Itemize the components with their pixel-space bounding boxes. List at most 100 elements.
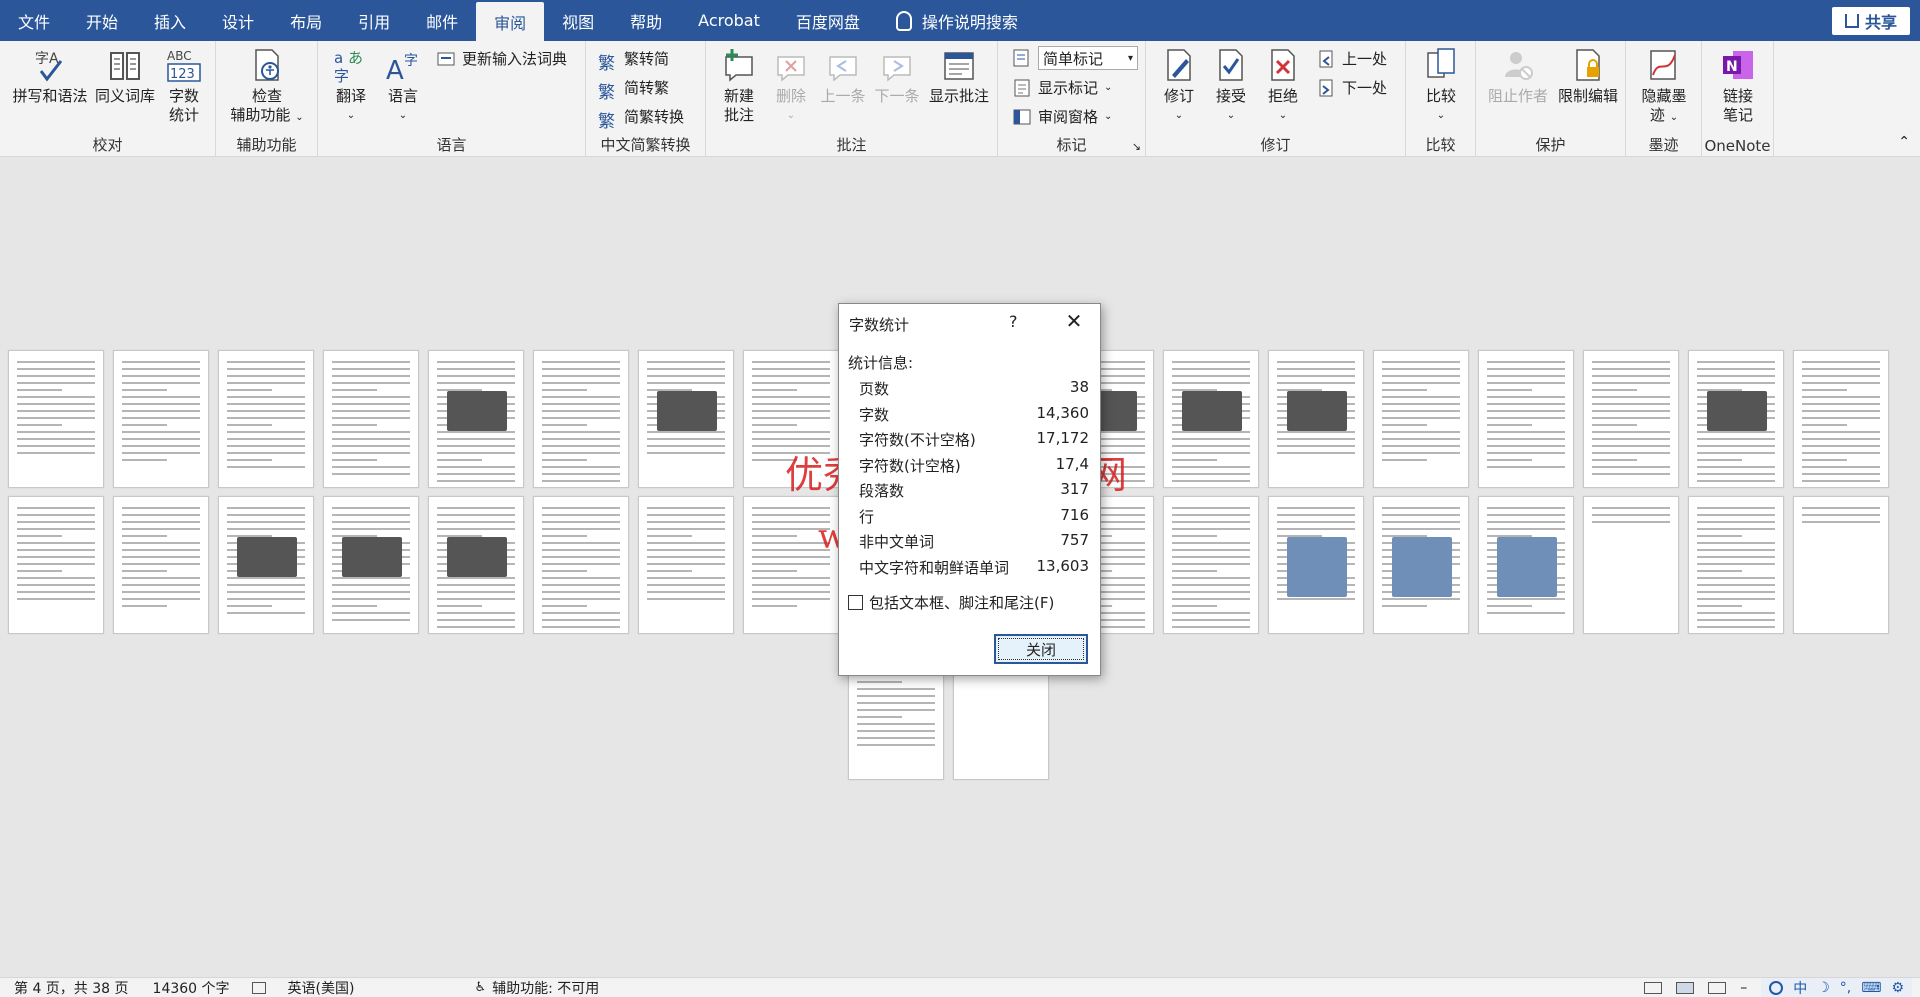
block-authors-button[interactable]: 阻止作者 (1486, 47, 1550, 106)
tab-11[interactable]: 百度网盘 (778, 0, 878, 41)
page-thumbnail[interactable] (1373, 350, 1469, 488)
page-thumbnail[interactable] (218, 496, 314, 634)
tab-9[interactable]: 帮助 (612, 0, 680, 41)
text-line (437, 577, 515, 579)
tab-5[interactable]: 引用 (340, 0, 408, 41)
spelling-grammar-button[interactable]: 字A 拼写和语法 (12, 47, 88, 106)
share-button[interactable]: 共享 (1831, 7, 1910, 35)
keyboard-icon[interactable]: ⌨ (1861, 980, 1881, 996)
hide-ink-button[interactable]: 隐藏墨 迹 ⌄ (1636, 47, 1692, 127)
language-status[interactable]: 英语(美国) (266, 978, 355, 997)
page-thumbnail[interactable] (428, 350, 524, 488)
page-thumbnail[interactable] (8, 496, 104, 634)
reviewing-pane-button[interactable]: 审阅窗格 ⌄ (1012, 106, 1112, 127)
proofing-status[interactable] (230, 981, 266, 994)
help-icon[interactable]: ? (1009, 312, 1018, 331)
page-thumbnail[interactable] (1793, 350, 1889, 488)
tab-7[interactable]: 审阅 (476, 2, 545, 41)
word-count-button[interactable]: ABC 123 字数 统计 (160, 47, 208, 125)
ime-toolbar[interactable]: 中 ☽ °, ⌨ ⚙ (1761, 978, 1912, 997)
dictionary-update-icon (437, 52, 455, 65)
page-thumbnail[interactable] (1478, 496, 1574, 634)
web-layout-icon[interactable] (1708, 982, 1727, 994)
page-thumbnail[interactable] (1163, 496, 1259, 634)
text-line (122, 375, 200, 377)
markup-display-select[interactable]: 简单标记 ▾ (1012, 46, 1138, 70)
close-icon[interactable]: ✕ (1061, 310, 1087, 334)
text-line (122, 584, 200, 586)
accept-button[interactable]: 接受 ⌄ (1208, 47, 1254, 125)
collapse-ribbon-icon[interactable]: ⌃ (1898, 134, 1910, 150)
page-thumbnail[interactable] (323, 496, 419, 634)
checkbox-box[interactable] (848, 595, 863, 610)
delete-comment-button[interactable]: 删除 ⌄ (768, 47, 814, 125)
page-thumbnail[interactable] (1583, 496, 1679, 634)
tab-6[interactable]: 邮件 (408, 0, 476, 41)
tab-8[interactable]: 视图 (544, 0, 612, 41)
page-thumbnail[interactable] (1583, 350, 1679, 488)
thesaurus-button[interactable]: 同义词库 (92, 47, 158, 106)
page-thumbnail[interactable] (113, 350, 209, 488)
page-thumbnail[interactable] (533, 350, 629, 488)
update-ime-dictionary-button[interactable]: 更新输入法词典 (436, 48, 567, 69)
page-thumbnail[interactable] (1163, 350, 1259, 488)
page-thumbnail[interactable] (218, 350, 314, 488)
punctuation-icon[interactable]: °, (1840, 980, 1851, 996)
tab-0[interactable]: 文件 (0, 0, 68, 41)
new-comment-button[interactable]: 新建 批注 (716, 47, 762, 125)
previous-change-button[interactable]: 上一处 (1316, 48, 1387, 69)
page-thumbnail[interactable] (428, 496, 524, 634)
page-thumbnail[interactable] (1793, 496, 1889, 634)
simplified-to-traditional-button[interactable]: 繁 简转繁 (598, 77, 669, 103)
page-count-status[interactable]: 第 4 页，共 38 页 (0, 978, 129, 997)
moon-icon[interactable]: ☽ (1817, 980, 1830, 996)
tab-4[interactable]: 布局 (272, 0, 340, 41)
language-button[interactable]: A 字 语言 ⌄ (380, 47, 426, 125)
page-thumbnail[interactable] (1688, 350, 1784, 488)
settings-icon[interactable]: ⚙ (1891, 980, 1904, 996)
tab-3[interactable]: 设计 (204, 0, 272, 41)
tab-1[interactable]: 开始 (68, 0, 136, 41)
reject-button[interactable]: 拒绝 ⌄ (1260, 47, 1306, 125)
page-thumbnail[interactable] (8, 350, 104, 488)
ime-mode[interactable]: 中 (1793, 978, 1807, 997)
next-comment-button[interactable]: 下一条 (872, 47, 922, 106)
accessibility-status[interactable]: ♿ 辅助功能: 不可用 (354, 978, 599, 997)
page-thumbnail[interactable] (533, 496, 629, 634)
tell-me-search[interactable]: 操作说明搜索 (878, 0, 1036, 41)
next-change-button[interactable]: 下一处 (1316, 77, 1387, 98)
tab-10[interactable]: Acrobat (680, 0, 778, 41)
page-thumbnail[interactable] (1478, 350, 1574, 488)
compare-button[interactable]: 比较 ⌄ (1418, 47, 1464, 125)
translate-button[interactable]: a あ 字 翻译 ⌄ (328, 47, 374, 125)
page-thumbnail[interactable] (1688, 496, 1784, 634)
check-accessibility-button[interactable]: 检查 辅助功能 ⌄ (228, 47, 306, 127)
search-icon[interactable] (1769, 981, 1784, 995)
show-comments-button[interactable]: 显示批注 (924, 47, 994, 106)
close-button[interactable]: 关闭 (994, 634, 1088, 664)
read-mode-icon[interactable] (1644, 982, 1663, 994)
track-changes-button[interactable]: 修订 ⌄ (1156, 47, 1202, 125)
page-thumbnail[interactable] (113, 496, 209, 634)
page-thumbnail[interactable] (743, 350, 839, 488)
word-count-status[interactable]: 14360 个字 (129, 978, 230, 997)
chinese-conversion-button[interactable]: 繁 简繁转换 (598, 106, 684, 132)
page-thumbnail[interactable] (323, 350, 419, 488)
print-layout-icon[interactable] (1676, 982, 1695, 994)
include-textboxes-checkbox[interactable]: 包括文本框、脚注和尾注(F) (848, 592, 1054, 613)
page-thumbnail[interactable] (1373, 496, 1469, 634)
zoom-out-icon[interactable]: – (1740, 980, 1747, 996)
page-thumbnail[interactable] (638, 350, 734, 488)
previous-comment-button[interactable]: 上一条 (818, 47, 868, 106)
page-thumbnail[interactable] (638, 496, 734, 634)
page-thumbnail[interactable] (1268, 350, 1364, 488)
linked-notes-button[interactable]: N 链接 笔记 (1714, 47, 1762, 125)
restrict-editing-button[interactable]: 限制编辑 (1552, 47, 1624, 106)
text-line (17, 389, 62, 391)
tab-2[interactable]: 插入 (136, 0, 204, 41)
page-thumbnail[interactable] (1268, 496, 1364, 634)
traditional-to-simplified-button[interactable]: 繁 繁转简 (598, 48, 669, 74)
dialog-launcher-icon[interactable]: ↘ (1132, 140, 1141, 153)
show-markup-button[interactable]: 显示标记 ⌄ (1012, 77, 1112, 98)
page-thumbnail[interactable] (743, 496, 839, 634)
